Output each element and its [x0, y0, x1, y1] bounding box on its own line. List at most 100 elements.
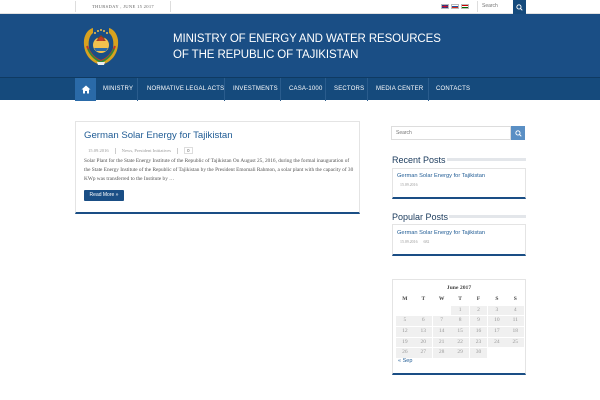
nav-item-contacts[interactable]: CONTACTS	[436, 78, 470, 101]
sidebar-search-input[interactable]	[391, 126, 511, 140]
site-title-line1: MINISTRY OF ENERGY AND WATER RESOURCES	[173, 33, 441, 45]
calendar-day: 9	[469, 316, 488, 326]
calendar-day: 13	[414, 327, 433, 337]
recent-post-date: 15.09.2016	[400, 183, 418, 187]
home-icon	[81, 85, 90, 94]
calendar-day: 2	[469, 305, 488, 316]
calendar-day: 23	[469, 337, 488, 348]
english-flag-icon[interactable]	[441, 4, 449, 9]
popular-posts-heading: Popular Posts	[392, 212, 449, 222]
emblem-icon[interactable]	[81, 24, 121, 68]
nav-item-media-center[interactable]: MEDIA CENTER	[376, 78, 423, 101]
popular-post-meta: 15.09.2016 682	[400, 240, 429, 244]
meta-divider	[177, 147, 179, 154]
post-meta: 15.09.2016 News, President Initiatives 0	[88, 147, 193, 154]
calendar-weekday: W	[438, 296, 445, 302]
calendar-day: 14	[432, 327, 451, 337]
recent-post-title[interactable]: German Solar Energy for Tajikistan	[397, 173, 485, 179]
nav-item-normative-legal-acts[interactable]: NORMATIVE LEGAL ACTS	[147, 78, 224, 101]
popular-post-date: 15.09.2016	[400, 240, 418, 244]
calendar-empty-cell	[396, 306, 414, 316]
calendar-day: 16	[469, 327, 488, 337]
post-card: German Solar Energy for Tajikistan 15.09…	[75, 121, 360, 214]
comment-count[interactable]: 0	[184, 147, 193, 154]
calendar-day: 7	[432, 316, 451, 326]
calendar-grid: M T W T F S S 1 2 3 4 5 6 7 8 9 10 11 12 13 14 15 16 17 18 19 20 21…	[396, 295, 525, 359]
calendar-weekday: F	[476, 296, 481, 302]
top-search-button[interactable]	[513, 0, 526, 14]
calendar-week-row: 12 13 14 15 16 17 18	[396, 327, 525, 338]
calendar-day: 12	[396, 327, 414, 337]
calendar-day: 22	[451, 337, 469, 348]
calendar-day: 19	[396, 337, 414, 348]
search-icon	[516, 3, 523, 11]
calendar-day: 21	[432, 337, 451, 348]
popular-post-views: 682	[423, 240, 430, 244]
nav-item-casa-1000[interactable]: CASA-1000	[289, 78, 323, 101]
calendar-weekday: M	[402, 296, 408, 302]
nav-divider	[325, 78, 326, 101]
calendar-weekday: T	[458, 296, 462, 302]
nav-divider	[137, 78, 138, 101]
heading-rule	[449, 215, 526, 218]
calendar-day: 8	[451, 316, 469, 326]
calendar-day: 6	[414, 316, 433, 326]
calendar-day: 3	[487, 305, 506, 316]
heading-rule	[447, 158, 526, 161]
calendar-prev-link[interactable]: « Sep	[398, 358, 412, 364]
calendar-week-row: 5 6 7 8 9 10 11	[396, 316, 525, 327]
recent-posts-heading: Recent Posts	[392, 155, 446, 165]
nav-divider	[224, 78, 225, 101]
nav-divider	[280, 78, 281, 101]
read-more-button[interactable]: Read More »	[84, 190, 124, 201]
calendar-empty-cell	[433, 306, 451, 316]
main-nav: MINISTRY NORMATIVE LEGAL ACTS INVESTMENT…	[0, 77, 600, 101]
calendar-day: 1	[451, 305, 469, 316]
calendar-day: 26	[396, 348, 414, 358]
nav-item-ministry[interactable]: MINISTRY	[103, 78, 133, 101]
post-excerpt: Solar Plant for the State Energy Institu…	[84, 158, 354, 182]
search-icon	[514, 129, 522, 137]
calendar-week-row: 1234	[396, 305, 525, 317]
post-category[interactable]: News, President Initiatives	[122, 148, 171, 153]
calendar-weekday: S	[513, 296, 517, 302]
current-date: THURSDAY , JUNE 15 2017	[75, 1, 171, 12]
site-title[interactable]: MINISTRY OF ENERGY AND WATER RESOURCES O…	[173, 31, 463, 63]
calendar-empty-cell	[488, 348, 506, 358]
language-switcher	[441, 4, 469, 10]
meta-divider	[114, 147, 116, 154]
popular-posts-widget: German Solar Energy for Tajikistan 15.09…	[392, 224, 526, 256]
tajik-flag-icon[interactable]	[461, 4, 469, 9]
post-title[interactable]: German Solar Energy for Tajikistan	[84, 130, 233, 141]
calendar-day: 17	[487, 327, 506, 337]
calendar-day: 20	[414, 337, 433, 348]
calendar-day: 28	[432, 348, 451, 358]
calendar-week-row: 26 27 28 29 30	[396, 348, 525, 359]
calendar-empty-cell	[506, 348, 524, 358]
site-title-line2: OF THE REPUBLIC OF TAJIKISTAN	[173, 49, 359, 61]
calendar-day: 4	[506, 305, 525, 316]
top-search-input[interactable]	[477, 1, 513, 12]
calendar-day: 18	[506, 327, 525, 337]
calendar-caption: June 2017	[446, 285, 472, 291]
calendar-day: 24	[487, 337, 506, 348]
calendar-day: 15	[451, 327, 469, 337]
calendar-day: 10	[487, 316, 506, 326]
popular-post-title[interactable]: German Solar Energy for Tajikistan	[397, 230, 485, 236]
nav-divider	[367, 78, 368, 101]
nav-home-button[interactable]	[75, 78, 96, 101]
calendar-day: 29	[451, 348, 469, 358]
calendar-day: 5	[396, 316, 414, 326]
calendar-weekday: S	[495, 296, 499, 302]
nav-item-sectors[interactable]: SECTORS	[334, 78, 364, 101]
top-bar: THURSDAY , JUNE 15 2017	[0, 0, 600, 14]
post-date: 15.09.2016	[88, 148, 109, 153]
recent-posts-widget: German Solar Energy for Tajikistan 15.09…	[392, 168, 526, 199]
russian-flag-icon[interactable]	[451, 4, 459, 9]
nav-item-investments[interactable]: INVESTMENTS	[233, 78, 278, 101]
nav-divider	[428, 78, 429, 101]
calendar-empty-cell	[414, 306, 432, 316]
sidebar-search-button[interactable]	[511, 126, 525, 140]
calendar-day: 25	[506, 337, 525, 348]
calendar-day: 30	[469, 348, 488, 358]
